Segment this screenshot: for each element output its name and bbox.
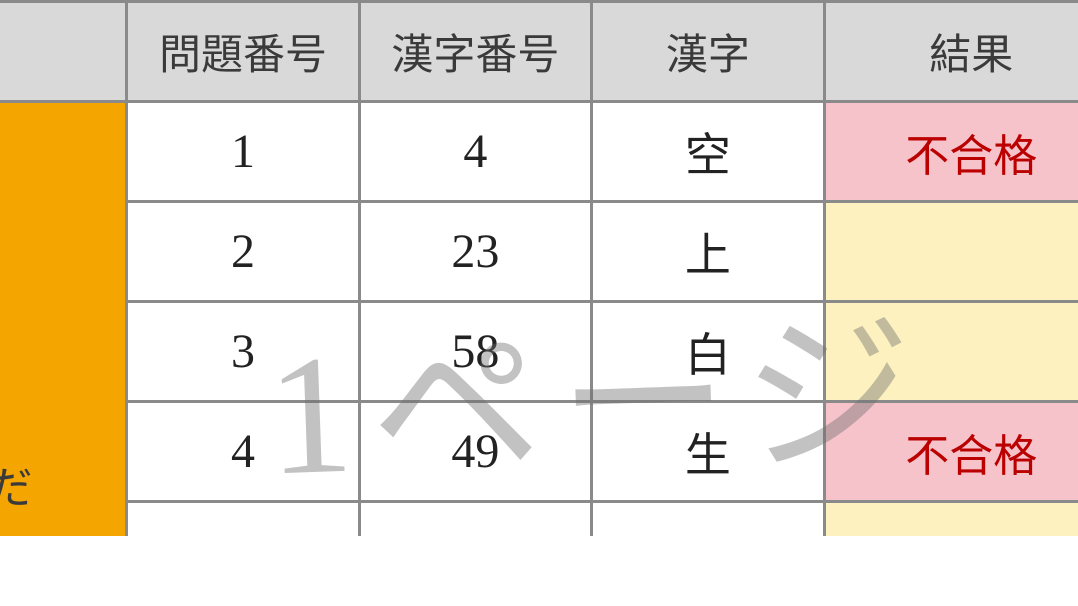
cell-kanji-no: 49	[359, 402, 591, 502]
header-result: 結果	[824, 2, 1078, 102]
cell-result: 不合格	[824, 102, 1078, 202]
cell-kanji-no: 4	[359, 102, 591, 202]
table-row: 3 58 白	[0, 302, 1078, 402]
cell-kanji: 上	[592, 202, 824, 302]
table-row	[0, 502, 1078, 536]
kanji-results-table: 問題番号 漢字番号 漢字 結果 zだ 1 4 空 不合格 2 23 上 3	[0, 0, 1078, 536]
cell-question-no: 1	[127, 102, 359, 202]
cell-kanji: 生	[592, 402, 824, 502]
cell-kanji-no: 23	[359, 202, 591, 302]
kanji-results-table-container: 問題番号 漢字番号 漢字 結果 zだ 1 4 空 不合格 2 23 上 3	[0, 0, 1078, 536]
cell-kanji-no: 58	[359, 302, 591, 402]
table-row: zだ 1 4 空 不合格	[0, 102, 1078, 202]
cell-kanji: 白	[592, 302, 824, 402]
header-question-no: 問題番号	[127, 2, 359, 102]
cell-kanji	[592, 502, 824, 536]
cell-question-no: 4	[127, 402, 359, 502]
cell-kanji: 空	[592, 102, 824, 202]
cell-question-no: 2	[127, 202, 359, 302]
cell-result	[824, 202, 1078, 302]
cell-question-no	[127, 502, 359, 536]
side-category-cell: zだ	[0, 102, 127, 536]
cell-kanji-no	[359, 502, 591, 536]
cell-question-no: 3	[127, 302, 359, 402]
header-side	[0, 2, 127, 102]
table-row: 4 49 生 不合格	[0, 402, 1078, 502]
table-header-row: 問題番号 漢字番号 漢字 結果	[0, 2, 1078, 102]
header-kanji: 漢字	[592, 2, 824, 102]
table-row: 2 23 上	[0, 202, 1078, 302]
cell-result: 不合格	[824, 402, 1078, 502]
cell-result	[824, 502, 1078, 536]
cell-result	[824, 302, 1078, 402]
header-kanji-no: 漢字番号	[359, 2, 591, 102]
